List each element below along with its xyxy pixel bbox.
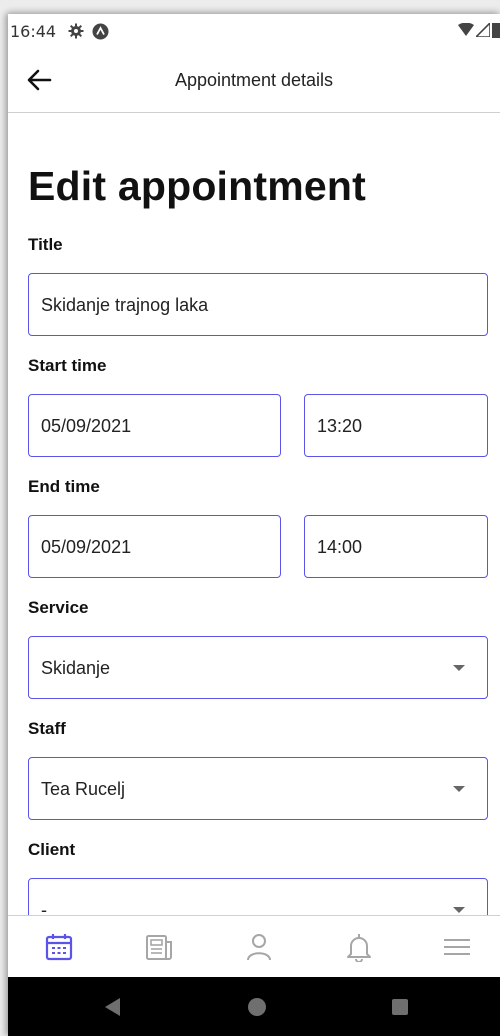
page-title: Edit appointment <box>28 163 367 209</box>
client-select[interactable]: - <box>28 878 488 915</box>
start-date-field[interactable]: 05/09/2021 <box>28 394 281 457</box>
start-time-field[interactable]: 13:20 <box>304 394 488 457</box>
phone-screen: 16:44 Appointment details Edit appointme… <box>8 14 500 1036</box>
app-notification-icon <box>92 23 109 39</box>
wifi-icon <box>458 23 474 36</box>
service-select-value: Skidanje <box>41 658 111 678</box>
app-bar: Appointment details <box>8 48 500 113</box>
menu-icon[interactable] <box>442 932 472 962</box>
start-date-value: 05/09/2021 <box>41 416 132 436</box>
bell-icon[interactable] <box>344 932 374 962</box>
signal-icon <box>476 23 490 37</box>
service-label: Service <box>28 598 89 617</box>
system-home-icon[interactable] <box>248 998 266 1016</box>
end-time-value: 14:00 <box>317 537 363 557</box>
staff-select[interactable]: Tea Rucelj <box>28 757 488 820</box>
title-label: Title <box>28 235 63 254</box>
dropdown-caret-icon <box>453 907 465 913</box>
status-bar: 16:44 <box>8 14 500 48</box>
status-right-icons <box>458 22 500 38</box>
system-navigation-bar <box>8 977 500 1036</box>
end-time-field[interactable]: 14:00 <box>304 515 488 578</box>
battery-icon <box>492 23 500 38</box>
system-back-icon[interactable] <box>105 998 120 1016</box>
newspaper-icon[interactable] <box>144 932 174 962</box>
end-date-field[interactable]: 05/09/2021 <box>28 515 281 578</box>
staff-select-value: Tea Rucelj <box>41 779 126 799</box>
status-time: 16:44 <box>10 21 57 41</box>
end-time-label: End time <box>28 477 100 496</box>
start-time-label: Start time <box>28 356 107 375</box>
staff-label: Staff <box>28 719 66 738</box>
title-input[interactable]: Skidanje trajnog laka <box>28 273 488 336</box>
person-icon[interactable] <box>244 932 274 962</box>
calendar-icon[interactable] <box>44 932 74 962</box>
settings-gear-icon <box>68 23 84 39</box>
bottom-navigation <box>8 915 500 978</box>
client-label: Client <box>28 840 76 859</box>
client-select-value: - <box>41 900 47 915</box>
dropdown-caret-icon <box>453 665 465 671</box>
app-bar-title: Appointment details <box>174 70 334 90</box>
start-time-value: 13:20 <box>317 416 363 436</box>
end-date-value: 05/09/2021 <box>41 537 132 557</box>
service-select[interactable]: Skidanje <box>28 636 488 699</box>
title-input-value: Skidanje trajnog laka <box>41 295 209 315</box>
form-content[interactable]: Edit appointment Title Skidanje trajnog … <box>8 113 500 915</box>
system-recents-icon[interactable] <box>392 999 408 1015</box>
dropdown-caret-icon <box>453 786 465 792</box>
